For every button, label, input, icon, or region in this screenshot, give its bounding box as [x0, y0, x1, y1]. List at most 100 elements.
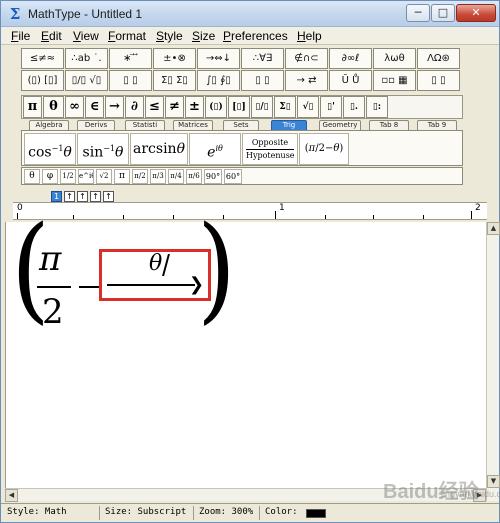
- sym-exp[interactable]: e^iθ: [78, 169, 94, 184]
- ruler-tick: [373, 215, 374, 219]
- nav-up-3[interactable]: ↑: [90, 191, 101, 202]
- small-bar-plusminus[interactable]: ±: [185, 96, 204, 118]
- palette-logical[interactable]: ∴∀∃: [241, 48, 284, 69]
- menu-help[interactable]: Help: [297, 29, 322, 43]
- menu-format[interactable]: Format: [108, 29, 146, 43]
- menu-style[interactable]: Style: [156, 29, 183, 43]
- ruler-tick: [471, 211, 472, 219]
- palette-set-theory[interactable]: ∉∩⊂: [285, 48, 328, 69]
- minus-sign: [79, 286, 99, 288]
- minimize-button[interactable]: ─: [406, 4, 430, 22]
- ruler-tick: [325, 215, 326, 219]
- palette-boxes[interactable]: ▯ ▯: [417, 70, 460, 91]
- menu-edit[interactable]: Edit: [41, 29, 62, 43]
- small-bar-brackets[interactable]: [▯]: [228, 96, 250, 118]
- palette-products[interactable]: Ū Ů: [329, 70, 372, 91]
- nav-up-4[interactable]: ↑: [103, 191, 114, 202]
- palette-fractions-radicals[interactable]: ▯/▯ √▯: [65, 70, 108, 91]
- small-bar-pi[interactable]: π: [23, 96, 42, 118]
- small-bar-sum[interactable]: Σ▯: [274, 96, 296, 118]
- small-bar-neq[interactable]: ≠: [165, 96, 184, 118]
- scroll-up-icon[interactable]: ▲: [487, 222, 500, 235]
- sym-theta[interactable]: θ: [24, 169, 40, 184]
- tab-algebra[interactable]: Algebra: [29, 120, 69, 130]
- status-bar: Style: Math Size: Subscript Zoom: 300% C…: [1, 503, 499, 522]
- palette-bars[interactable]: ▯ ▯: [241, 70, 284, 91]
- palette-greek-lower[interactable]: λωθ: [373, 48, 416, 69]
- baidu-watermark-url: jingyan.baidu.com: [441, 489, 500, 499]
- palette-greek-upper[interactable]: ΛΩ⊛: [417, 48, 460, 69]
- menu-size[interactable]: Size: [192, 29, 215, 43]
- small-bar-dot[interactable]: ▯.: [343, 96, 365, 118]
- small-bar-double-dot[interactable]: ▯:: [366, 96, 388, 118]
- sym-half[interactable]: 1/2: [60, 169, 76, 184]
- small-bar-element-of[interactable]: ∈: [85, 96, 104, 118]
- small-bar-prime[interactable]: ▯': [320, 96, 342, 118]
- palette-integrals[interactable]: ∫▯ ∮▯: [197, 70, 240, 91]
- small-bar-partial[interactable]: ∂: [125, 96, 144, 118]
- palette-arrows[interactable]: →⇔↓: [197, 48, 240, 69]
- ruler-tick: [275, 211, 276, 219]
- palette-misc-symbols[interactable]: ∂∞ℓ: [329, 48, 372, 69]
- scroll-left-icon[interactable]: ◀: [5, 489, 18, 502]
- palette-relations[interactable]: ≤≠≈: [21, 48, 64, 69]
- palette-spaces-ellipses[interactable]: ∴ab ˙.: [65, 48, 108, 69]
- sym-sqrt2[interactable]: √2: [96, 169, 112, 184]
- sym-pi[interactable]: π: [114, 169, 130, 184]
- template-arccos[interactable]: cos−1θ: [24, 133, 76, 165]
- small-bar-arrow[interactable]: →: [105, 96, 124, 118]
- sym-pi-6[interactable]: π/6: [186, 169, 202, 184]
- fraction-numerator[interactable]: π: [39, 239, 61, 279]
- ruler[interactable]: 0 1 2: [13, 202, 487, 220]
- tab-8[interactable]: Tab 8: [369, 120, 409, 130]
- small-bar-infinity[interactable]: ∞: [65, 96, 84, 118]
- nav-level-1[interactable]: 1: [51, 191, 62, 202]
- palette-summations[interactable]: Σ▯ Σ▯: [153, 70, 196, 91]
- small-bar-leq[interactable]: ≤: [145, 96, 164, 118]
- palette-operators[interactable]: ±•⊗: [153, 48, 196, 69]
- nav-up-1[interactable]: ↑: [64, 191, 75, 202]
- tab-statistics[interactable]: Statisti: [125, 120, 165, 130]
- nav-up-2[interactable]: ↑: [77, 191, 88, 202]
- menu-preferences[interactable]: Preferences: [223, 29, 288, 43]
- template-arcsin-inverse[interactable]: sin−1θ: [77, 133, 129, 165]
- palette-subscripts[interactable]: ▯ ▯: [109, 70, 152, 91]
- template-opposite-hypotenuse[interactable]: Opposite Hypotenuse: [242, 133, 298, 165]
- sym-pi-4[interactable]: π/4: [168, 169, 184, 184]
- menu-view[interactable]: View: [73, 29, 99, 43]
- title-bar[interactable]: Σ MathType - Untitled 1 ─ □ ✕: [1, 1, 499, 27]
- fraction-denominator[interactable]: 2: [42, 292, 64, 332]
- tab-geometry[interactable]: Geometry: [319, 120, 361, 130]
- small-bar-theta[interactable]: θ: [43, 96, 64, 118]
- arrow-over-theta-variable[interactable]: θ: [149, 251, 162, 276]
- ruler-tick: [73, 215, 74, 219]
- sym-60-deg[interactable]: 60°: [224, 169, 242, 184]
- sym-pi-2[interactable]: π/2: [132, 169, 148, 184]
- small-bar-fraction[interactable]: ▯/▯: [251, 96, 273, 118]
- sym-pi-3[interactable]: π/3: [150, 169, 166, 184]
- palette-embellishments[interactable]: ∗ ⃗ ⃗: [109, 48, 152, 69]
- menu-file[interactable]: File: [11, 29, 30, 43]
- palette-fences[interactable]: (▯) [▯]: [21, 70, 64, 91]
- tab-derivs[interactable]: Derivs: [77, 120, 115, 130]
- small-bar-parens[interactable]: (▯): [205, 96, 227, 118]
- scroll-down-icon[interactable]: ▼: [487, 475, 500, 488]
- color-swatch[interactable]: [306, 509, 326, 518]
- small-bar-sqrt[interactable]: √▯: [297, 96, 319, 118]
- template-euler[interactable]: eiθ: [189, 133, 241, 165]
- ruler-label-2: 2: [475, 203, 481, 213]
- tab-sets[interactable]: Sets: [223, 120, 259, 130]
- maximize-button[interactable]: □: [431, 4, 455, 22]
- close-button[interactable]: ✕: [456, 4, 496, 22]
- sym-90-deg[interactable]: 90°: [204, 169, 222, 184]
- template-arcsin[interactable]: arcsinθ: [130, 133, 188, 165]
- template-pi-over-two-minus-theta[interactable]: (π/2−θ): [299, 133, 349, 165]
- equation-editor-area[interactable]: [5, 222, 486, 501]
- tab-matrices[interactable]: Matrices: [173, 120, 213, 130]
- sym-phi[interactable]: φ: [42, 169, 58, 184]
- tab-9[interactable]: Tab 9: [417, 120, 457, 130]
- palette-matrices[interactable]: ▫▫ ▦: [373, 70, 416, 91]
- palette-labeled-arrows[interactable]: → ⇄: [285, 70, 328, 91]
- vertical-scrollbar[interactable]: ▲ ▼: [486, 222, 500, 501]
- tab-trig[interactable]: Trig: [271, 120, 307, 130]
